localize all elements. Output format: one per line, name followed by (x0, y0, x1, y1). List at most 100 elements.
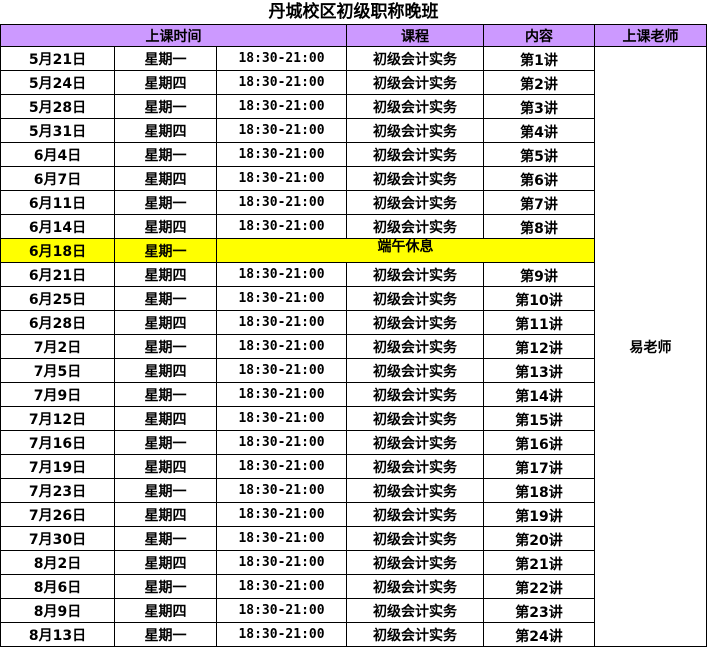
time-cell: 18:30-21:00 (216, 358, 347, 383)
date-cell: 7月30日 (0, 526, 115, 551)
time-cell: 18:30-21:00 (216, 334, 347, 359)
weekday-cell: 星期四 (114, 454, 217, 479)
time-cell: 18:30-21:00 (216, 214, 347, 239)
date-cell: 6月21日 (0, 262, 115, 287)
date-cell: 6月7日 (0, 166, 115, 191)
lecture-cell: 第17讲 (483, 454, 595, 479)
time-cell: 18:30-21:00 (216, 550, 347, 575)
course-cell: 初级会计实务 (346, 262, 484, 287)
lecture-cell: 第21讲 (483, 550, 595, 575)
weekday-cell: 星期一 (114, 574, 217, 599)
weekday-cell: 星期一 (114, 430, 217, 455)
date-cell: 7月19日 (0, 454, 115, 479)
date-cell: 8月2日 (0, 550, 115, 575)
weekday-cell: 星期四 (114, 598, 217, 623)
holiday-note-cell: 端午休息 (216, 238, 595, 263)
schedule-sheet: 丹城校区初级职称晚班 上课时间 课程 内容 上课老师 5月21日 星期一 18:30… (0, 0, 707, 647)
date-cell: 5月31日 (0, 118, 115, 143)
weekday-cell: 星期一 (114, 526, 217, 551)
time-cell: 18:30-21:00 (216, 262, 347, 287)
header-content: 内容 (483, 24, 595, 47)
date-cell: 8月6日 (0, 574, 115, 599)
time-cell: 18:30-21:00 (216, 622, 347, 647)
holiday-weekday-cell: 星期一 (114, 238, 217, 263)
lecture-cell: 第22讲 (483, 574, 595, 599)
lecture-cell: 第24讲 (483, 622, 595, 647)
time-cell: 18:30-21:00 (216, 502, 347, 527)
course-cell: 初级会计实务 (346, 382, 484, 407)
time-cell: 18:30-21:00 (216, 190, 347, 215)
time-cell: 18:30-21:00 (216, 598, 347, 623)
schedule-table: 上课时间 课程 内容 上课老师 5月21日 星期一 18:30-21:00 初级会计实… (0, 24, 707, 647)
time-cell: 18:30-21:00 (216, 526, 347, 551)
date-cell: 5月24日 (0, 70, 115, 95)
weekday-cell: 星期四 (114, 406, 217, 431)
weekday-cell: 星期四 (114, 166, 217, 191)
weekday-cell: 星期四 (114, 70, 217, 95)
course-cell: 初级会计实务 (346, 46, 484, 71)
lecture-cell: 第13讲 (483, 358, 595, 383)
lecture-cell: 第1讲 (483, 46, 595, 71)
weekday-cell: 星期一 (114, 94, 217, 119)
header-time: 上课时间 (0, 24, 347, 47)
date-cell: 8月9日 (0, 598, 115, 623)
lecture-cell: 第11讲 (483, 310, 595, 335)
course-cell: 初级会计实务 (346, 166, 484, 191)
header-course: 课程 (346, 24, 484, 47)
date-cell: 6月4日 (0, 142, 115, 167)
time-cell: 18:30-21:00 (216, 430, 347, 455)
lecture-cell: 第19讲 (483, 502, 595, 527)
weekday-cell: 星期四 (114, 262, 217, 287)
course-cell: 初级会计实务 (346, 430, 484, 455)
time-cell: 18:30-21:00 (216, 286, 347, 311)
date-cell: 7月26日 (0, 502, 115, 527)
course-cell: 初级会计实务 (346, 142, 484, 167)
lecture-cell: 第16讲 (483, 430, 595, 455)
time-cell: 18:30-21:00 (216, 142, 347, 167)
course-cell: 初级会计实务 (346, 286, 484, 311)
course-cell: 初级会计实务 (346, 526, 484, 551)
lecture-cell: 第20讲 (483, 526, 595, 551)
weekday-cell: 星期一 (114, 478, 217, 503)
course-cell: 初级会计实务 (346, 622, 484, 647)
time-cell: 18:30-21:00 (216, 382, 347, 407)
date-cell: 6月28日 (0, 310, 115, 335)
time-cell: 18:30-21:00 (216, 478, 347, 503)
lecture-cell: 第18讲 (483, 478, 595, 503)
lecture-cell: 第9讲 (483, 262, 595, 287)
time-cell: 18:30-21:00 (216, 406, 347, 431)
course-cell: 初级会计实务 (346, 550, 484, 575)
weekday-cell: 星期四 (114, 502, 217, 527)
date-cell: 6月25日 (0, 286, 115, 311)
lecture-cell: 第5讲 (483, 142, 595, 167)
date-cell: 8月13日 (0, 622, 115, 647)
date-cell: 5月28日 (0, 94, 115, 119)
lecture-cell: 第7讲 (483, 190, 595, 215)
time-cell: 18:30-21:00 (216, 70, 347, 95)
course-cell: 初级会计实务 (346, 70, 484, 95)
date-cell: 7月5日 (0, 358, 115, 383)
course-cell: 初级会计实务 (346, 94, 484, 119)
time-cell: 18:30-21:00 (216, 118, 347, 143)
header-teacher: 上课老师 (594, 24, 707, 47)
date-cell: 7月23日 (0, 478, 115, 503)
time-cell: 18:30-21:00 (216, 574, 347, 599)
weekday-cell: 星期一 (114, 142, 217, 167)
lecture-cell: 第8讲 (483, 214, 595, 239)
weekday-cell: 星期四 (114, 550, 217, 575)
weekday-cell: 星期一 (114, 286, 217, 311)
date-cell: 7月16日 (0, 430, 115, 455)
lecture-cell: 第6讲 (483, 166, 595, 191)
course-cell: 初级会计实务 (346, 190, 484, 215)
weekday-cell: 星期四 (114, 118, 217, 143)
header-row: 上课时间 课程 内容 上课老师 (0, 24, 707, 47)
date-cell: 7月12日 (0, 406, 115, 431)
lecture-cell: 第12讲 (483, 334, 595, 359)
lecture-cell: 第15讲 (483, 406, 595, 431)
date-cell: 7月9日 (0, 382, 115, 407)
weekday-cell: 星期一 (114, 382, 217, 407)
time-cell: 18:30-21:00 (216, 454, 347, 479)
date-cell: 6月14日 (0, 214, 115, 239)
lecture-cell: 第23讲 (483, 598, 595, 623)
time-cell: 18:30-21:00 (216, 94, 347, 119)
